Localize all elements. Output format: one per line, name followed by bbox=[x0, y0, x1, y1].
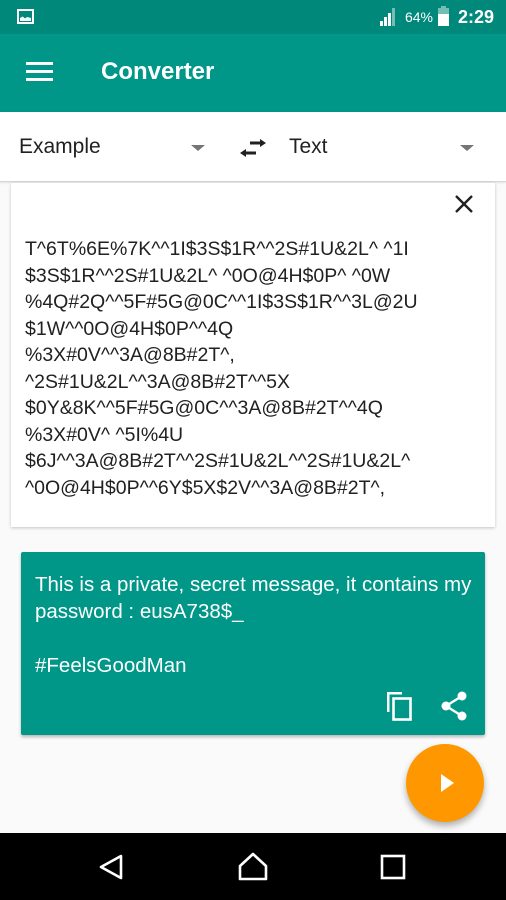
status-bar: 64% 2:29 bbox=[0, 0, 506, 34]
input-text-line: ^0O@4H$0P^^6Y$5X$2V^^3A@8B#2T^, bbox=[25, 476, 386, 499]
input-text-line: %4Q#2Q^^5F#5G@0C^^1I$3S$1R^^3L@2U bbox=[25, 291, 418, 313]
battery-level-fill bbox=[437, 14, 449, 26]
dropdown-arrow-icon bbox=[191, 145, 205, 151]
input-text-line: %3X#0V^ ^5I%4U bbox=[25, 423, 184, 446]
cell-signal-icon bbox=[379, 8, 400, 26]
system-nav-bar bbox=[0, 833, 506, 900]
input-text-line: T^6T%6E%7K^^1I$3S$1R^^2S#1U&2L^ ^1I bbox=[25, 238, 409, 260]
language-selector-bar: Example Text bbox=[0, 112, 506, 182]
input-text-line: $6J^^3A@8B#2T^^2S#1U&2L^^2S#1U&2L^ bbox=[25, 450, 411, 472]
input-text-line: ^2S#1U&2L^^3A@8B#2T^^5X bbox=[25, 370, 291, 393]
input-text-line: $3S$1R^^2S#1U&2L^ ^0O@4H$0P^ ^0W bbox=[25, 264, 391, 287]
home-icon[interactable] bbox=[236, 850, 270, 884]
share-icon[interactable] bbox=[440, 691, 468, 721]
to-language-spinner[interactable]: Text bbox=[289, 112, 474, 182]
input-text-line: $0Y&8K^^5F#5G@0C^^3A@8B#2T^^4Q bbox=[25, 397, 383, 419]
hamburger-menu-icon[interactable] bbox=[26, 62, 53, 82]
input-text-field[interactable]: T^6T%6E%7K^^1I$3S$1R^^2S#1U&2L^ ^1I $3S$1… bbox=[25, 236, 490, 501]
input-text-line: %3X#0V^^3A@8B#2T^, bbox=[25, 344, 235, 366]
clock: 2:29 bbox=[457, 6, 494, 27]
back-icon[interactable] bbox=[96, 850, 130, 884]
input-card: T^6T%6E%7K^^1I$3S$1R^^2S#1U&2L^ ^1I $3S$1… bbox=[11, 183, 495, 527]
app-bar: Converter bbox=[0, 34, 506, 112]
from-language-spinner[interactable]: Example bbox=[19, 112, 205, 182]
convert-fab-play-icon[interactable] bbox=[406, 744, 484, 822]
output-card: This is a private, secret message, it co… bbox=[21, 552, 485, 735]
input-text-line: $1W^^0O@4H$0P^^4Q bbox=[25, 317, 234, 340]
close-icon[interactable] bbox=[453, 193, 475, 215]
dropdown-arrow-icon bbox=[460, 145, 474, 151]
to-language-label: Text bbox=[289, 135, 328, 158]
from-language-label: Example bbox=[19, 135, 101, 158]
battery-percent: 64% bbox=[404, 9, 433, 25]
output-text: This is a private, secret message, it co… bbox=[35, 573, 472, 677]
content-copy-icon[interactable] bbox=[385, 690, 413, 722]
recents-icon[interactable] bbox=[376, 850, 410, 884]
image-notification-icon bbox=[17, 9, 34, 24]
swap-horiz-icon[interactable] bbox=[238, 136, 268, 160]
status-indicators: 64% 2:29 bbox=[379, 0, 494, 34]
app-title: Converter bbox=[101, 58, 215, 85]
battery-icon bbox=[437, 6, 449, 26]
